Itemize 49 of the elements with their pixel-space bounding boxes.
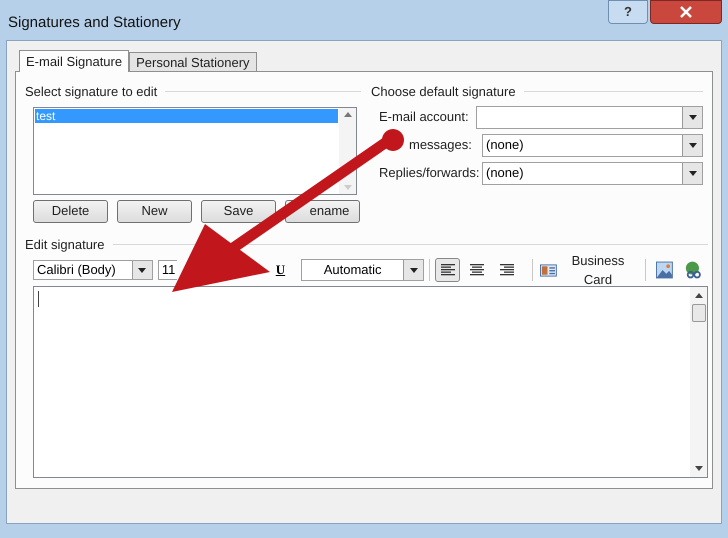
field-label: messages: [408,136,473,154]
caret-icon [688,114,696,120]
group-heading: Choose default signature [371,83,516,101]
field-value: (none) [486,137,524,152]
dropdown-button[interactable] [682,162,702,184]
field-value: (none) [486,165,524,180]
dropdown-button[interactable] [682,106,702,128]
scroll-down-icon [694,466,702,471]
color-name: Automatic [324,262,382,278]
scroll-thumb[interactable] [692,304,706,322]
close-button[interactable] [650,0,722,24]
group-heading: Select signature to edit [25,83,158,101]
hyperlink-icon[interactable] [684,260,704,280]
caret-icon [688,170,696,176]
business-card-icon [540,264,557,276]
close-icon [680,6,692,18]
caret-icon [410,268,418,272]
dropdown-field[interactable]: (none) [482,134,703,156]
action-button[interactable]: Save [201,200,276,222]
underline-button[interactable]: U [271,260,290,280]
caret-icon [138,268,146,272]
scrollbar[interactable] [690,287,707,477]
caret-icon [688,142,696,148]
tab[interactable]: Personal Stationery [129,52,257,71]
align-center-icon [469,264,486,276]
align-button[interactable] [435,258,460,282]
dropdown-field[interactable]: (none) [482,162,703,184]
picture-icon[interactable] [656,261,674,279]
align-left-icon [440,264,456,276]
color-dropdown[interactable]: Automatic [300,259,424,281]
help-button[interactable]: ? [608,0,648,24]
align-right-icon [498,264,515,276]
window-title: Signatures and Stationery [8,13,181,33]
action-button[interactable]: Delete [33,200,108,222]
scroll-down-icon [344,184,352,190]
dropdown-button[interactable] [682,134,702,156]
action-button[interactable]: New [117,200,192,222]
scroll-up-icon [694,293,702,298]
dropdown-button[interactable] [132,261,152,279]
dropdown-button[interactable] [403,260,424,280]
dropdown-field[interactable] [476,106,703,128]
tab[interactable]: E-mail Signature [19,50,130,72]
field-label: E-mail account: [378,108,470,126]
font-dropdown[interactable]: Calibri (Body) [33,260,153,280]
group-heading: Edit signature [25,236,104,254]
scroll-up-icon [344,112,352,116]
font-name: Calibri (Body) [37,262,116,278]
field-label: Replies/forwards: [378,164,480,182]
size-field[interactable]: 11 [158,260,177,280]
